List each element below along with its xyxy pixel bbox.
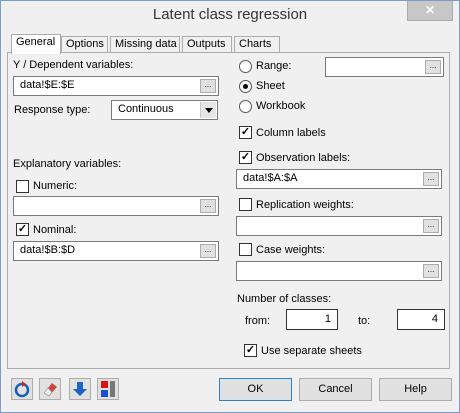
sheet-label: Sheet (256, 80, 285, 92)
to-label: to: (358, 315, 371, 327)
response-type-value: Continuous (118, 103, 174, 115)
y-dependent-select-button[interactable]: ... (200, 79, 216, 93)
case-weights-checkbox[interactable] (239, 243, 252, 256)
observation-labels-checkbox[interactable]: ✓ (239, 151, 252, 164)
title-bar: Latent class regression ✕ (1, 1, 459, 31)
observation-labels-select-button[interactable]: ... (423, 172, 439, 186)
explanatory-label: Explanatory variables: (13, 158, 122, 170)
tab-options[interactable]: Options (61, 36, 108, 53)
dialog-window: Latent class regression ✕ General Option… (0, 0, 460, 413)
range-field[interactable]: ... (325, 57, 444, 77)
response-type-label: Response type: (14, 104, 91, 116)
color-bars-button[interactable] (97, 378, 119, 400)
y-dependent-field[interactable]: data!$E:$E ... (13, 76, 219, 96)
observation-labels-field[interactable]: data!$A:$A ... (236, 169, 442, 189)
y-label: Y / Dependent variables: (13, 59, 134, 71)
replication-weights-field[interactable]: ... (236, 216, 442, 236)
numeric-field[interactable]: ... (13, 196, 219, 216)
range-select-button[interactable]: ... (425, 60, 441, 74)
separate-sheets-label: Use separate sheets (261, 345, 362, 357)
tab-general[interactable]: General (11, 34, 61, 54)
replication-weights-checkbox[interactable] (239, 198, 252, 211)
column-labels-checkbox[interactable]: ✓ (239, 126, 252, 139)
ok-button[interactable]: OK (219, 378, 292, 401)
general-panel: Y / Dependent variables: data!$E:$E ... … (7, 52, 450, 369)
cancel-button[interactable]: Cancel (299, 378, 372, 401)
separate-sheets-checkbox[interactable]: ✓ (244, 344, 257, 357)
tab-outputs[interactable]: Outputs (182, 36, 232, 53)
tab-missing-data[interactable]: Missing data (110, 36, 180, 53)
y-dependent-value: data!$E:$E (20, 79, 75, 91)
eraser-icon (43, 383, 57, 397)
workbook-label: Workbook (256, 100, 306, 112)
nominal-checkbox[interactable]: ✓ (16, 223, 29, 236)
nominal-label: Nominal: (33, 224, 77, 236)
range-label: Range: (256, 60, 292, 72)
observation-labels-label: Observation labels: (256, 152, 351, 164)
nominal-field[interactable]: data!$B:$D ... (13, 241, 219, 261)
numeric-select-button[interactable]: ... (200, 199, 216, 213)
case-weights-field[interactable]: ... (236, 261, 442, 281)
chevron-down-icon[interactable] (200, 102, 216, 118)
case-weights-label: Case weights: (256, 244, 326, 256)
help-button[interactable]: Help (379, 378, 452, 401)
move-down-button[interactable] (69, 378, 91, 400)
observation-labels-value: data!$A:$A (243, 172, 298, 184)
from-input[interactable]: 1 (286, 309, 338, 330)
replication-weights-select-button[interactable]: ... (423, 219, 439, 233)
down-arrow-icon (73, 382, 87, 396)
tab-charts[interactable]: Charts (234, 36, 280, 53)
reset-button[interactable] (11, 378, 33, 400)
range-radio[interactable] (239, 60, 252, 73)
response-type-select[interactable]: Continuous (111, 100, 218, 120)
replication-weights-label: Replication weights: (256, 199, 354, 211)
case-weights-select-button[interactable]: ... (423, 264, 439, 278)
color-bars-icon (101, 381, 115, 397)
to-input[interactable]: 4 (397, 309, 445, 330)
nominal-value: data!$B:$D (20, 244, 76, 256)
number-of-classes-label: Number of classes: (237, 293, 332, 305)
numeric-label: Numeric: (33, 180, 78, 192)
eraser-button[interactable] (39, 378, 61, 400)
sheet-radio[interactable] (239, 80, 252, 93)
workbook-radio[interactable] (239, 100, 252, 113)
close-button[interactable]: ✕ (407, 1, 453, 21)
numeric-checkbox[interactable] (16, 180, 29, 193)
column-labels-label: Column labels (256, 127, 326, 139)
nominal-select-button[interactable]: ... (200, 244, 216, 258)
from-label: from: (245, 315, 271, 327)
window-title: Latent class regression (152, 6, 308, 23)
reset-icon (14, 381, 30, 398)
